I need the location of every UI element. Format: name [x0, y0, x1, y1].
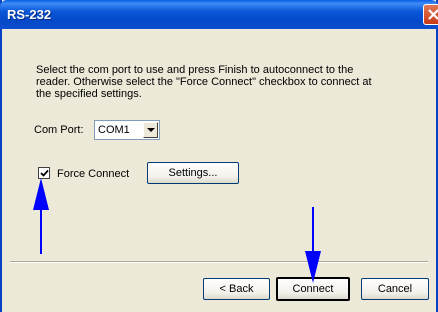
rs232-dialog: RS-232 [0, 0, 438, 312]
chevron-down-icon[interactable] [143, 122, 158, 138]
force-connect-label[interactable]: Force Connect [57, 168, 129, 180]
com-port-select[interactable]: COM1 [94, 120, 160, 140]
com-port-value: COM1 [98, 124, 130, 136]
cancel-button[interactable]: Cancel [361, 278, 429, 300]
title-bar[interactable]: RS-232 [0, 0, 438, 29]
close-button[interactable] [423, 4, 438, 25]
up-arrow-annotation [33, 178, 49, 254]
divider-highlight [10, 262, 428, 263]
window-title: RS-232 [7, 7, 52, 22]
instructions-text: Select the com port to use and press Fin… [36, 64, 372, 100]
down-arrow-annotation [305, 207, 321, 283]
close-icon [428, 9, 438, 20]
com-port-label: Com Port: [34, 124, 84, 136]
back-button[interactable]: < Back [203, 278, 270, 300]
settings-button[interactable]: Settings... [147, 162, 239, 184]
